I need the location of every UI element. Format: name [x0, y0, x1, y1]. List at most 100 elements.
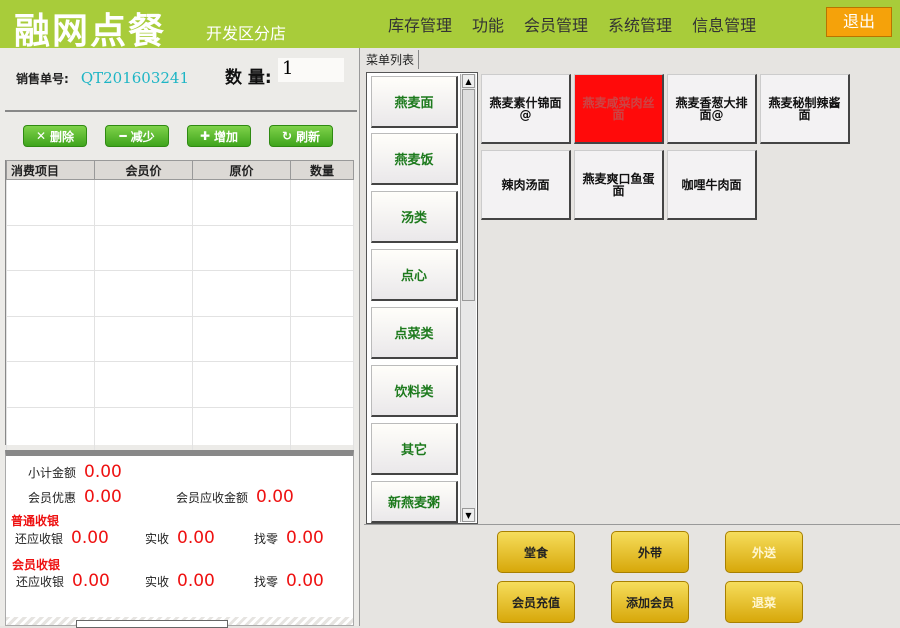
category-button[interactable]: 汤类: [371, 191, 458, 243]
order-actions: ✕ 删除 ━ 减少 ✚ 增加 ↻ 刷新: [23, 125, 333, 147]
member-paid-value: 0.00: [177, 571, 215, 591]
normal-paid-row: 实收 0.00: [145, 528, 215, 548]
delete-label: 删除: [50, 129, 75, 144]
menu-item[interactable]: 辣肉汤面: [481, 150, 571, 220]
refresh-icon: ↻: [281, 129, 293, 143]
menu-item[interactable]: 燕麦秘制辣酱面: [760, 74, 850, 144]
member-due-row: 会员应收金额 0.00: [176, 487, 294, 507]
branch-name: 开发区分店: [206, 24, 287, 43]
refresh-label: 刷新: [296, 129, 321, 144]
normal-change-row: 找零 0.00: [254, 528, 324, 548]
nav-inventory[interactable]: 库存管理: [388, 12, 452, 36]
column-header-item[interactable]: 消费项目: [6, 160, 95, 180]
category-button[interactable]: 其它: [371, 423, 458, 475]
category-button[interactable]: 饮料类: [371, 365, 458, 417]
quantity-label: 数 量:: [225, 68, 272, 88]
member-due-pay-row: 还应收银 0.00: [16, 571, 110, 591]
delivery-button[interactable]: 外送: [725, 531, 803, 573]
order-number: QT201603241: [80, 69, 190, 87]
header-bar: 融网点餐 开发区分店 库存管理 功能 会员管理 系统管理 信息管理 退出: [0, 0, 900, 52]
discount-row: 会员优惠 0.00: [28, 487, 122, 507]
order-items-table[interactable]: 消费项目 会员价 原价 数量: [5, 160, 354, 453]
normal-due-value: 0.00: [71, 528, 109, 548]
discount-label: 会员优惠: [28, 491, 77, 505]
scrollbar-thumb[interactable]: [462, 89, 475, 301]
member-change-label: 找零: [254, 575, 279, 589]
category-button[interactable]: 新燕麦粥: [371, 481, 458, 523]
takeaway-button[interactable]: 外带: [611, 531, 689, 573]
menu-item[interactable]: 燕麦香葱大排面@: [667, 74, 757, 144]
category-button[interactable]: 燕麦面: [371, 76, 458, 128]
normal-change-label: 找零: [254, 532, 279, 546]
normal-change-value: 0.00: [286, 528, 324, 548]
add-member-button[interactable]: 添加会员: [611, 581, 689, 623]
close-icon: ✕: [35, 129, 47, 143]
category-button[interactable]: 燕麦饭: [371, 133, 458, 185]
column-header-quantity[interactable]: 数量: [290, 160, 354, 180]
member-change-row: 找零 0.00: [254, 571, 324, 591]
main-nav: 库存管理 功能 会员管理 系统管理 信息管理: [388, 12, 756, 36]
table-row[interactable]: [6, 406, 354, 453]
order-info: 销售单号: QT201603241 数 量:: [16, 63, 272, 88]
discount-value: 0.00: [84, 487, 122, 507]
table-row[interactable]: [6, 315, 354, 362]
payment-summary: 小计金额 0.00 会员优惠 0.00 会员应收金额 0.00 普通收银 还应收…: [5, 450, 354, 626]
order-panel: 销售单号: QT201603241 数 量: 1 ✕ 删除 ━ 减少 ✚ 增加 ↻ 刷新…: [0, 48, 360, 626]
nav-members[interactable]: 会员管理: [524, 12, 588, 36]
order-number-label: 销售单号:: [16, 72, 69, 86]
menu-item-selected[interactable]: 燕麦咸菜肉丝面: [574, 74, 664, 144]
plus-icon: ✚: [199, 129, 211, 143]
nav-system[interactable]: 系统管理: [608, 12, 672, 36]
normal-checkout-title: 普通收银: [11, 514, 60, 528]
dine-in-button[interactable]: 堂食: [497, 531, 575, 573]
nav-functions[interactable]: 功能: [472, 12, 504, 36]
subtotal-row: 小计金额 0.00: [28, 462, 122, 482]
exit-button[interactable]: 退出: [826, 7, 892, 37]
member-pay-due-value: 0.00: [72, 571, 110, 591]
menu-items-panel: 燕麦素什锦面@ 燕麦咸菜肉丝面 燕麦香葱大排面@ 燕麦秘制辣酱面 辣肉汤面 燕麦…: [479, 72, 900, 524]
table-row[interactable]: [6, 179, 354, 226]
normal-due-label: 还应收银: [15, 532, 64, 546]
increase-button[interactable]: ✚ 增加: [187, 125, 251, 147]
divider: [5, 110, 357, 112]
table-row[interactable]: [6, 224, 354, 271]
decrease-label: 减少: [130, 129, 155, 144]
category-button[interactable]: 点菜类: [371, 307, 458, 359]
app-title: 融网点餐: [14, 10, 167, 52]
category-scrollbar[interactable]: ▲ ▼: [460, 74, 476, 522]
decrease-button[interactable]: ━ 减少: [105, 125, 169, 147]
member-pay-due-label: 还应收银: [16, 575, 65, 589]
member-paid-row: 实收 0.00: [145, 571, 215, 591]
category-button[interactable]: 点心: [371, 249, 458, 301]
table-row[interactable]: [6, 361, 354, 408]
minus-icon: ━: [119, 129, 127, 143]
member-due-value: 0.00: [256, 487, 294, 507]
member-change-value: 0.00: [286, 571, 324, 591]
delete-button[interactable]: ✕ 删除: [23, 125, 87, 147]
refresh-button[interactable]: ↻ 刷新: [269, 125, 333, 147]
quantity-input[interactable]: 1: [278, 58, 344, 82]
nav-info[interactable]: 信息管理: [692, 12, 756, 36]
menu-item[interactable]: 燕麦爽口鱼蛋面: [574, 150, 664, 220]
return-dish-button[interactable]: 退菜: [725, 581, 803, 623]
column-header-price[interactable]: 原价: [192, 160, 291, 180]
tab-menu-list[interactable]: 菜单列表: [362, 50, 420, 69]
member-recharge-button[interactable]: 会员充值: [497, 581, 575, 623]
bottom-input[interactable]: [76, 620, 228, 628]
menu-item[interactable]: 咖哩牛肉面: [667, 150, 757, 220]
subtotal-value: 0.00: [84, 462, 122, 482]
table-row[interactable]: [6, 270, 354, 317]
normal-due-row: 还应收银 0.00: [15, 528, 109, 548]
divider: [364, 524, 900, 525]
category-list: 燕麦面 燕麦饭 汤类 点心 点菜类 饮料类 其它 新燕麦粥 ▲ ▼: [366, 72, 478, 524]
normal-paid-label: 实收: [145, 532, 170, 546]
member-due-label: 会员应收金额: [176, 491, 249, 505]
normal-paid-value: 0.00: [177, 528, 215, 548]
increase-label: 增加: [214, 129, 239, 144]
column-header-member-price[interactable]: 会员价: [94, 160, 193, 180]
subtotal-label: 小计金额: [28, 466, 77, 480]
scroll-up-icon[interactable]: ▲: [462, 74, 475, 88]
menu-item[interactable]: 燕麦素什锦面@: [481, 74, 571, 144]
member-paid-label: 实收: [145, 575, 170, 589]
scroll-down-icon[interactable]: ▼: [462, 508, 475, 522]
